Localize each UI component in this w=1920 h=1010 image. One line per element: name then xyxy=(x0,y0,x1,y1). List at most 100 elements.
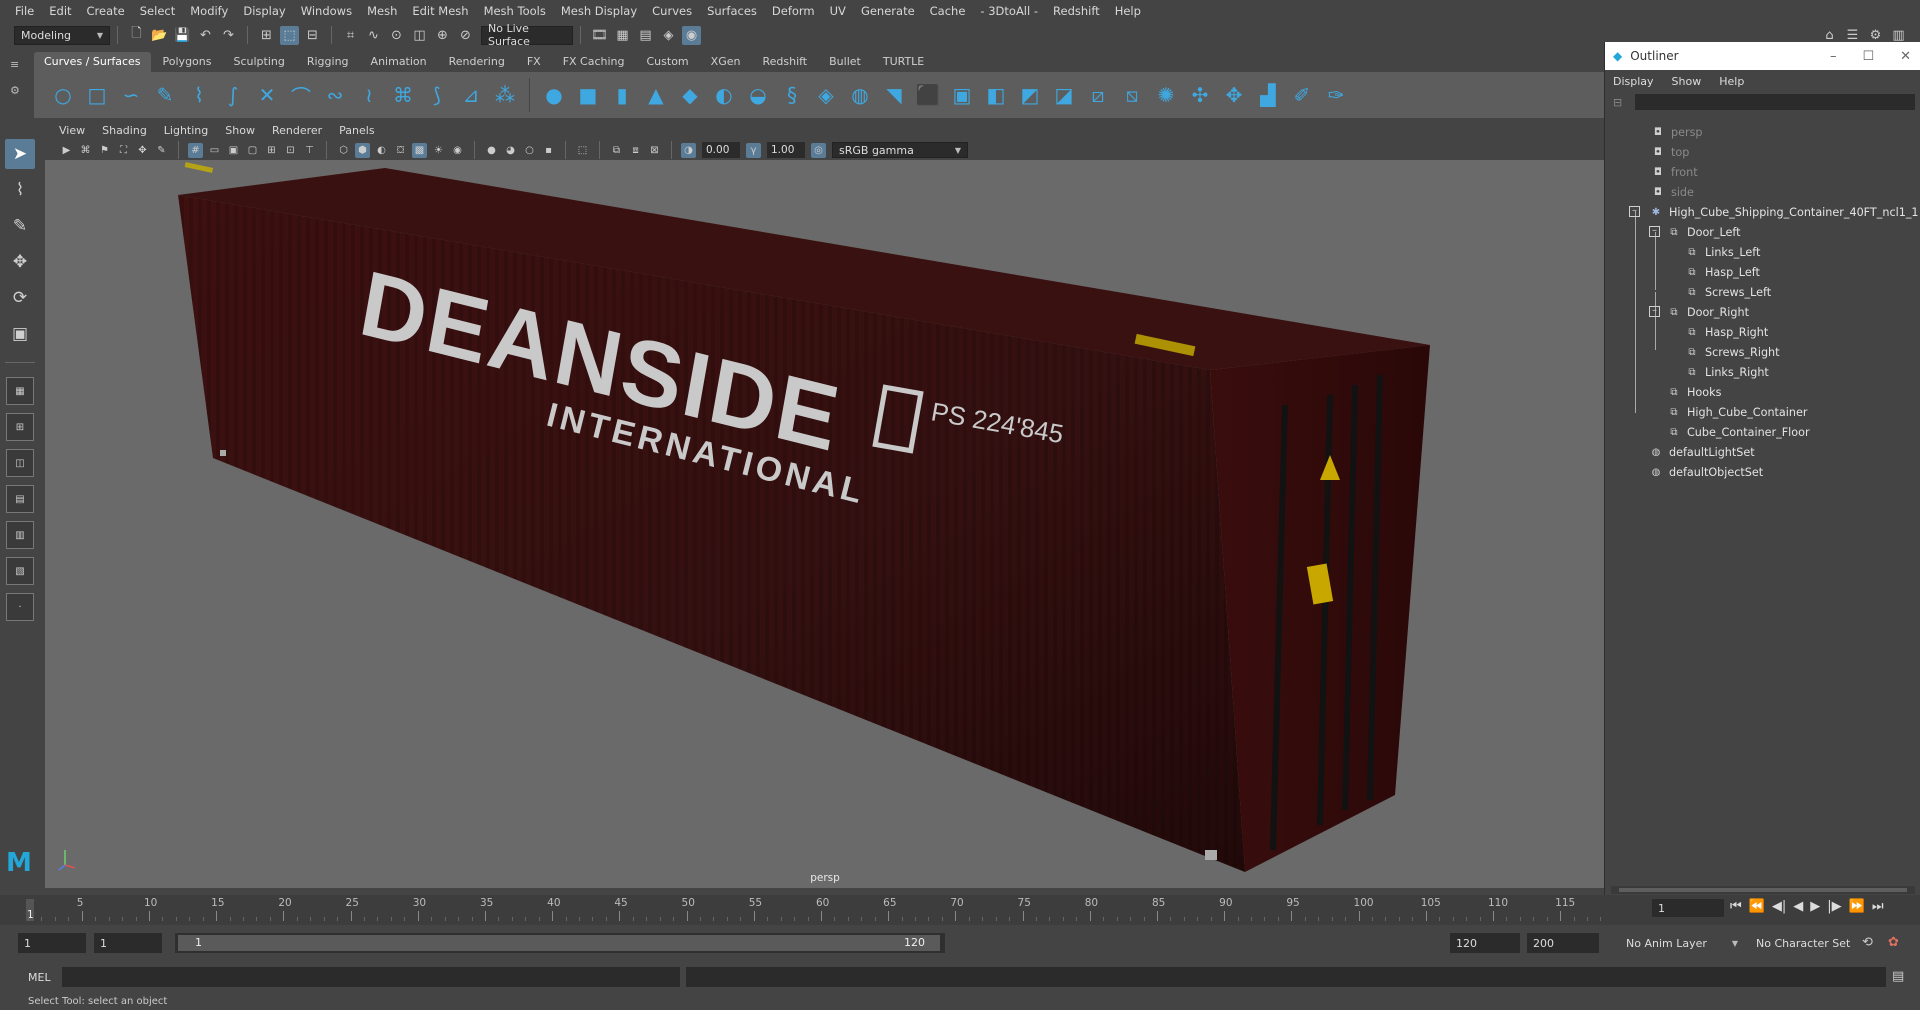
vp-menu-panels[interactable]: Panels xyxy=(331,124,383,137)
xray-active-icon[interactable]: ⧈ xyxy=(628,143,643,158)
outliner-item-high-cube-container[interactable]: ⧉ High_Cube_Container xyxy=(1667,402,1807,422)
outliner-menu-show[interactable]: Show xyxy=(1672,75,1720,88)
step-forward-frame-icon[interactable]: |▶ xyxy=(1827,899,1841,914)
ipr-render-icon[interactable]: ▦ xyxy=(613,26,632,45)
vp-menu-lighting[interactable]: Lighting xyxy=(156,124,217,137)
menu-display[interactable]: Display xyxy=(236,4,293,18)
cv-curve-icon[interactable]: ⌇ xyxy=(185,81,213,109)
anim-layer-dropdown[interactable]: No Anim Layer ▼ xyxy=(1620,933,1744,953)
outliner-menu-display[interactable]: Display xyxy=(1613,75,1672,88)
boundary-icon[interactable]: ⬛ xyxy=(914,81,942,109)
range-slider[interactable]: 1 120 xyxy=(175,933,945,953)
vp-menu-show[interactable]: Show xyxy=(217,124,264,137)
menu-generate[interactable]: Generate xyxy=(854,4,923,18)
outliner-item-screws-right[interactable]: ⧉ Screws_Right xyxy=(1685,342,1779,362)
menu-select[interactable]: Select xyxy=(133,4,183,18)
gamma-icon[interactable]: γ xyxy=(746,142,761,158)
insert-isoparm-icon[interactable]: ✣ xyxy=(1186,81,1214,109)
new-scene-icon[interactable]: 🗋 xyxy=(127,26,146,45)
exposure-field[interactable]: 0.00 xyxy=(702,142,740,158)
camera-select-icon[interactable]: ▶ xyxy=(59,143,74,158)
render-frame-icon[interactable]: 🎞 xyxy=(590,26,609,45)
outliner-item-top[interactable]: ◘ top xyxy=(1651,142,1689,162)
hypershade-icon[interactable]: ◈ xyxy=(659,26,678,45)
end-time-field[interactable]: 200 xyxy=(1527,933,1599,953)
tab-polygons[interactable]: Polygons xyxy=(153,52,222,72)
search-options-icon[interactable]: ⊟ xyxy=(1613,96,1622,109)
close-icon[interactable]: ✕ xyxy=(1900,49,1911,64)
redo-icon[interactable]: ↷ xyxy=(219,26,238,45)
mel-input[interactable] xyxy=(62,967,680,987)
live-surface-field[interactable]: No Live Surface xyxy=(481,22,573,48)
minimize-icon[interactable]: – xyxy=(1830,49,1837,64)
select-hierarchy-icon[interactable]: ⊞ xyxy=(257,26,276,45)
menu-modify[interactable]: Modify xyxy=(183,4,236,18)
vp-menu-shading[interactable]: Shading xyxy=(94,124,156,137)
tab-fx[interactable]: FX xyxy=(517,52,551,72)
rebuild-surface-icon[interactable]: ✐ xyxy=(1288,81,1316,109)
outliner-item-door-right[interactable]: ⧉ Door_Right xyxy=(1667,302,1749,322)
project-curve-icon[interactable]: ⊿ xyxy=(457,81,485,109)
time-slider[interactable]: 1 5 10 15 20 25 30 35 40 45 50 55 60 65 70 75 80 85 90 95 1… xyxy=(0,895,1920,925)
tab-xgen[interactable]: XGen xyxy=(701,52,751,72)
outliner-item-side[interactable]: ◘ side xyxy=(1651,182,1694,202)
current-frame-field[interactable]: 1 xyxy=(1652,899,1724,917)
step-back-key-icon[interactable]: ⏪ xyxy=(1749,899,1765,914)
snap-grid-icon[interactable]: ⌗ xyxy=(341,26,360,45)
menu-redshift[interactable]: Redshift xyxy=(1046,4,1108,18)
outliner-item-default-light-set[interactable]: ◍ defaultLightSet xyxy=(1649,442,1755,462)
tab-bullet[interactable]: Bullet xyxy=(819,52,871,72)
ambient-occlusion-icon[interactable]: ● xyxy=(484,143,499,158)
rebuild-curve-icon[interactable]: ⌘ xyxy=(389,81,417,109)
single-perspective-layout-icon[interactable]: ▦ xyxy=(6,377,34,405)
2d-pan-zoom-icon[interactable]: ✥ xyxy=(135,143,150,158)
view-transform-dropdown[interactable]: sRGB gamma ▼ xyxy=(832,142,968,158)
select-object-icon[interactable]: ⬚ xyxy=(280,25,299,45)
bezier-curve-icon[interactable]: ∫ xyxy=(219,81,247,109)
outliner-item-container-floor[interactable]: ⧉ Cube_Container_Floor xyxy=(1667,422,1809,442)
menu-curves[interactable]: Curves xyxy=(645,4,700,18)
snap-point-icon[interactable]: ⊙ xyxy=(387,26,406,45)
perspective-viewport[interactable]: DEANSIDE INTERNATIONAL PS 224'845 persp xyxy=(45,160,1605,888)
vp-menu-view[interactable]: View xyxy=(51,124,94,137)
outliner-item-front[interactable]: ◘ front xyxy=(1651,162,1698,182)
open-close-icon[interactable]: ✺ xyxy=(1152,81,1180,109)
shadows-icon[interactable]: ◉ xyxy=(450,143,465,158)
redshift-render-icon[interactable]: ◉ xyxy=(682,25,701,45)
outliner-menu-help[interactable]: Help xyxy=(1719,75,1762,88)
gear-icon[interactable]: ⚙ xyxy=(10,84,20,97)
birail-icon[interactable]: ◥ xyxy=(880,81,908,109)
grease-pencil-icon[interactable]: ✎ xyxy=(154,143,169,158)
loft-icon[interactable]: § xyxy=(778,81,806,109)
start-time-field[interactable]: 1 xyxy=(18,933,86,953)
menu-mesh-tools[interactable]: Mesh Tools xyxy=(477,4,554,18)
film-gate-icon[interactable]: ▭ xyxy=(207,143,222,158)
menu-file[interactable]: File xyxy=(8,4,42,18)
camera-attributes-icon[interactable]: ⌘ xyxy=(78,143,93,158)
color-management-icon[interactable]: ◎ xyxy=(811,142,826,158)
ep-curve-icon[interactable]: ∽ xyxy=(117,81,145,109)
range-slider-handle[interactable] xyxy=(178,935,940,951)
fillet-curve-icon[interactable]: ⟆ xyxy=(423,81,451,109)
textured-icon[interactable]: ▩ xyxy=(412,142,427,158)
gate-mask-icon[interactable]: ▢ xyxy=(245,143,260,158)
offset-surface-icon[interactable]: ▟ xyxy=(1254,81,1282,109)
command-language-label[interactable]: MEL xyxy=(28,971,51,984)
snap-curve-icon[interactable]: ∿ xyxy=(364,26,383,45)
menu-3dtoall[interactable]: - 3DtoAll - xyxy=(973,4,1046,18)
persp-graph-layout-icon[interactable]: ▤ xyxy=(6,485,34,513)
playback-end-field[interactable]: 120 xyxy=(1450,933,1520,953)
menu-uv[interactable]: UV xyxy=(823,4,854,18)
smooth-shade-icon[interactable]: ⬢ xyxy=(355,142,370,158)
auto-key-icon[interactable]: ⟲ xyxy=(1862,935,1873,950)
tab-fx-caching[interactable]: FX Caching xyxy=(553,52,635,72)
xray-icon[interactable]: ⧉ xyxy=(609,143,624,158)
outliner-item-hooks[interactable]: ⧉ Hooks xyxy=(1667,382,1721,402)
outliner-item-links-left[interactable]: ⧉ Links_Left xyxy=(1685,242,1760,262)
tab-redshift[interactable]: Redshift xyxy=(752,52,817,72)
save-scene-icon[interactable]: 💾 xyxy=(173,26,192,45)
align-surface-icon[interactable]: ⧅ xyxy=(1118,81,1146,109)
magnet-icon[interactable]: ⊘ xyxy=(456,26,475,45)
menu-help[interactable]: Help xyxy=(1108,4,1149,18)
detach-surface-icon[interactable]: ⧄ xyxy=(1084,81,1112,109)
